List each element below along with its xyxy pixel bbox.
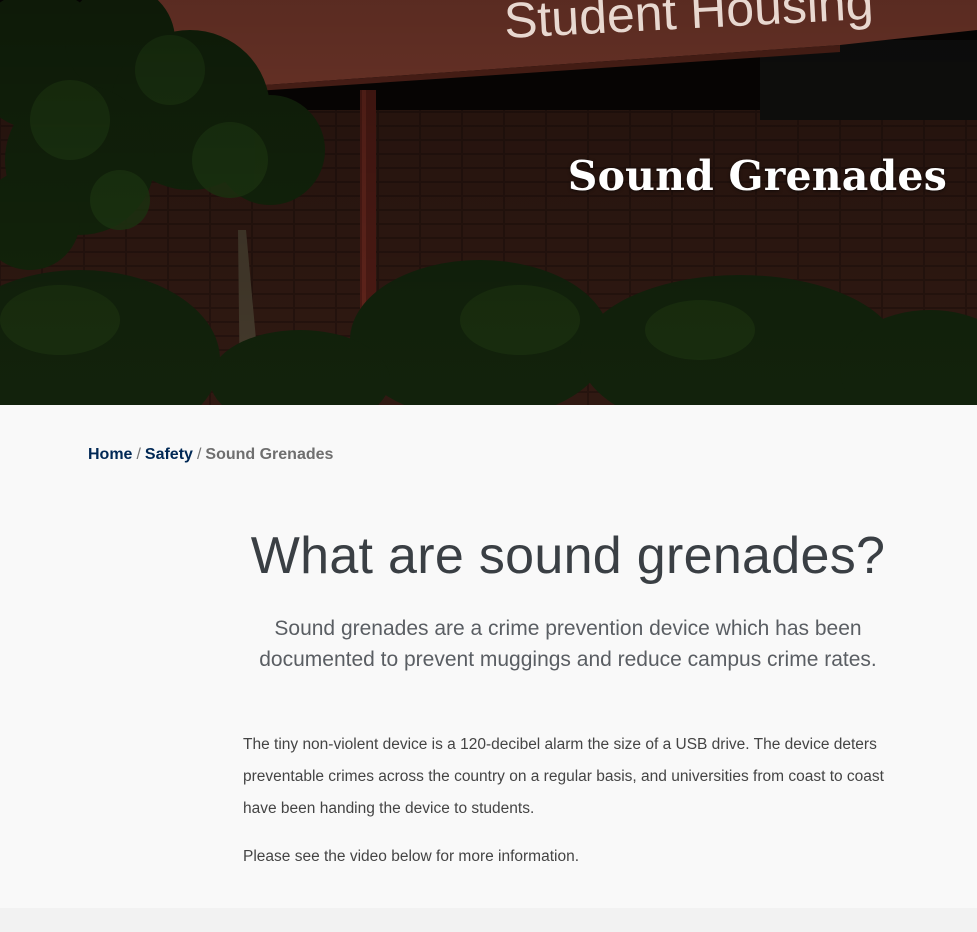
hero-image: Student Housing [0, 0, 977, 405]
breadcrumb-safety-link[interactable]: Safety [145, 446, 193, 463]
body-paragraph-video-note: Please see the video below for more info… [243, 848, 580, 865]
breadcrumb-home-link[interactable]: Home [88, 446, 132, 463]
breadcrumb: Home / Safety / Sound Grenades [88, 446, 333, 464]
breadcrumb-separator: / [196, 446, 202, 463]
breadcrumb-current: Sound Grenades [205, 446, 334, 463]
lead-line-1: Sound grenades are a crime prevention de… [274, 617, 862, 640]
section-heading: What are sound grenades? [250, 527, 886, 585]
hero-banner: Student Housing Sound Grenades [0, 0, 977, 405]
main-content: What are sound grenades? Sound grenades … [243, 520, 893, 873]
lead-line-2: documented to prevent muggings and reduc… [259, 648, 877, 671]
page-title: Sound Grenades [567, 152, 947, 200]
footer-band [0, 908, 977, 932]
lead-paragraph: Sound grenades are a crime prevention de… [243, 613, 893, 675]
body-paragraph: The tiny non-violent device is a 120-dec… [243, 736, 884, 817]
breadcrumb-separator: / [136, 446, 141, 463]
